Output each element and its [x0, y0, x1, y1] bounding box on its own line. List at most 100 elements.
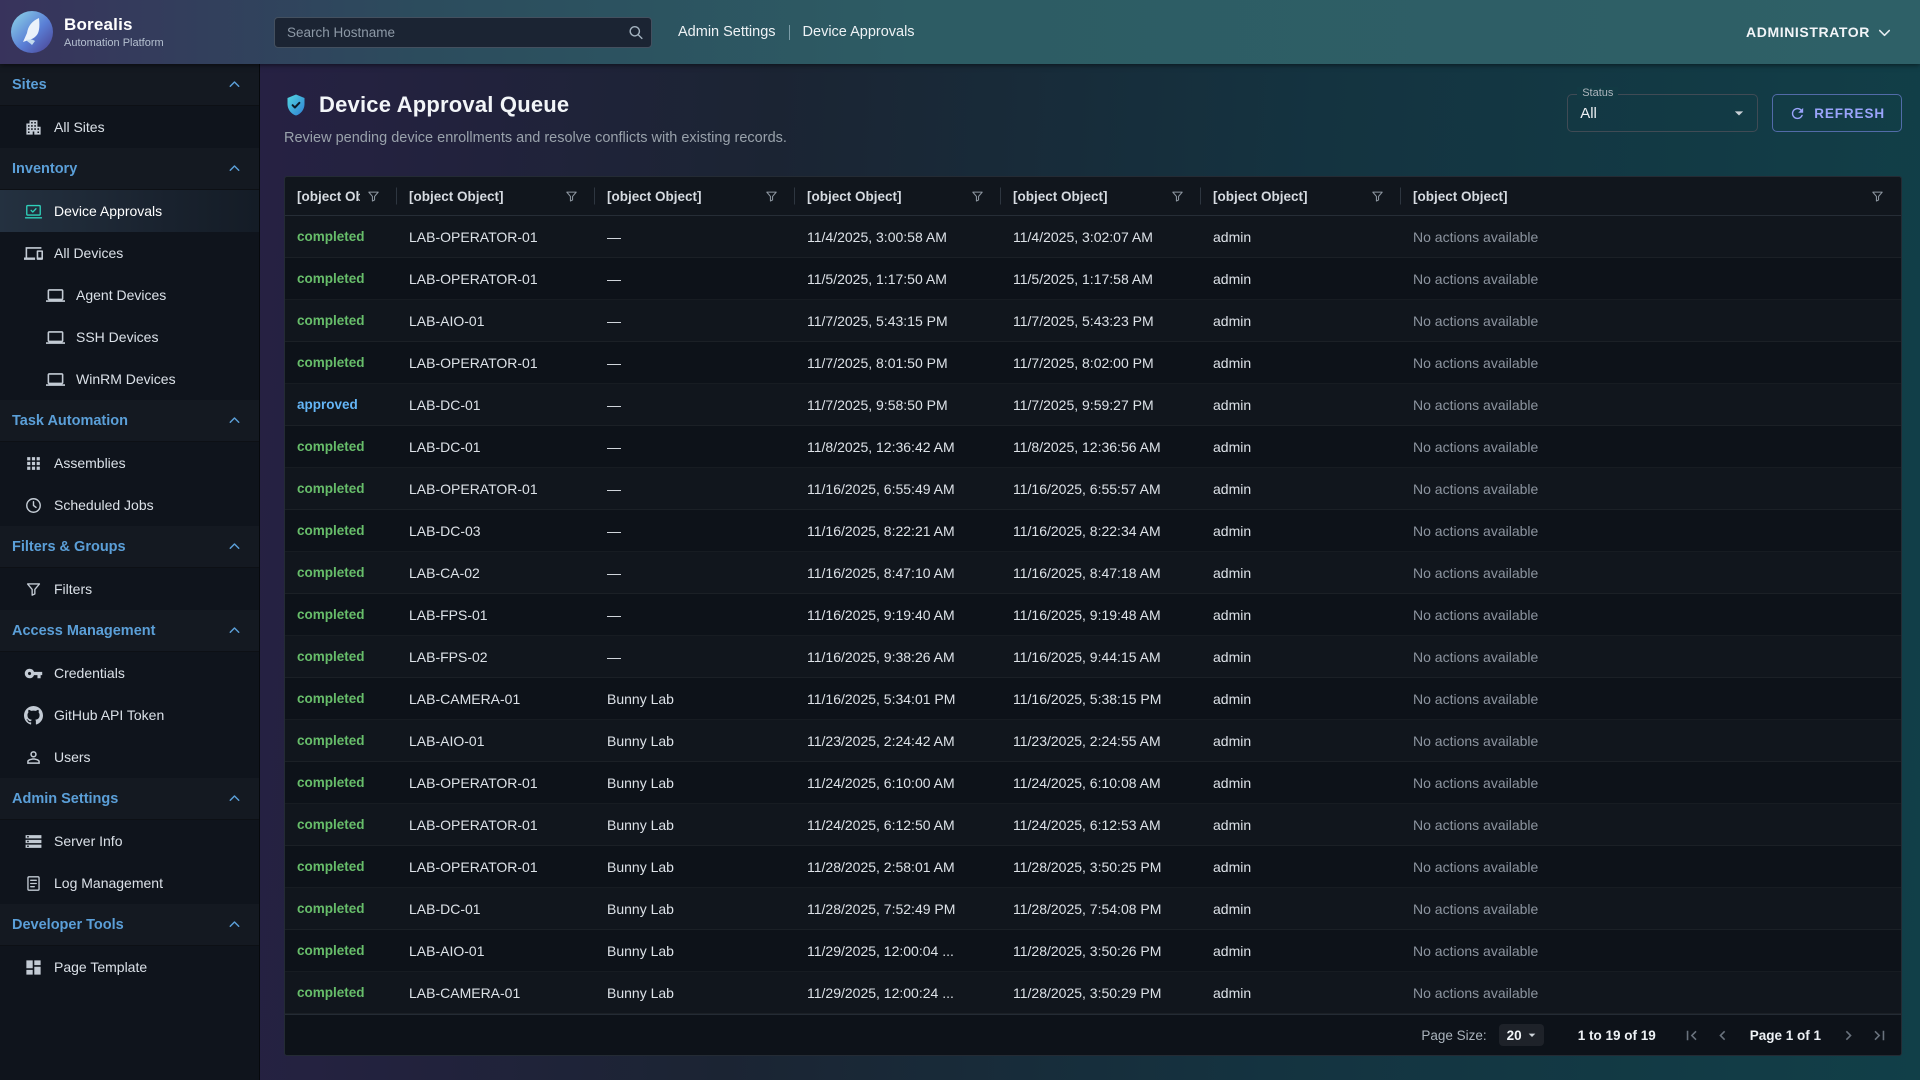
- table-row[interactable]: completed LAB-OPERATOR-01 Bunny Lab 11/2…: [285, 846, 1901, 888]
- sidebar-section-header[interactable]: Access Management: [0, 610, 259, 652]
- column-header-label: [object Object]: [1013, 189, 1108, 204]
- last-page-icon[interactable]: [1870, 1026, 1889, 1045]
- brand[interactable]: Borealis Automation Platform: [0, 10, 260, 54]
- sidebar-item[interactable]: Server Info: [0, 820, 259, 862]
- table-row[interactable]: completed LAB-AIO-01 Bunny Lab 11/23/202…: [285, 720, 1901, 762]
- sidebar-section-header[interactable]: Sites: [0, 64, 259, 106]
- sidebar-item[interactable]: Assemblies: [0, 442, 259, 484]
- table-row[interactable]: completed LAB-AIO-01 — 11/7/2025, 5:43:1…: [285, 300, 1901, 342]
- filter-icon[interactable]: [970, 189, 985, 204]
- status-cell: completed: [285, 649, 397, 664]
- hostname-cell: LAB-FPS-01: [397, 607, 595, 623]
- column-header[interactable]: [object Object]: [397, 177, 595, 215]
- column-header-label: [object Object]: [1213, 189, 1308, 204]
- actions-cell: No actions available: [1401, 817, 1901, 833]
- table-row[interactable]: completed LAB-FPS-01 — 11/16/2025, 9:19:…: [285, 594, 1901, 636]
- hostname-search: [274, 17, 652, 48]
- sidebar-item[interactable]: Log Management: [0, 862, 259, 904]
- sidebar-section-header[interactable]: Developer Tools: [0, 904, 259, 946]
- sidebar-item[interactable]: SSH Devices: [0, 316, 259, 358]
- table-row[interactable]: completed LAB-DC-01 — 11/8/2025, 12:36:4…: [285, 426, 1901, 468]
- filter-icon[interactable]: [764, 189, 779, 204]
- table-row[interactable]: completed LAB-OPERATOR-01 — 11/4/2025, 3…: [285, 216, 1901, 258]
- status-cell: completed: [285, 817, 397, 832]
- table-row[interactable]: completed LAB-CA-02 — 11/16/2025, 8:47:1…: [285, 552, 1901, 594]
- column-header[interactable]: [object Object]: [285, 177, 397, 215]
- site-cell: —: [595, 397, 795, 413]
- table-row[interactable]: completed LAB-DC-01 Bunny Lab 11/28/2025…: [285, 888, 1901, 930]
- page-size-label: Page Size:: [1421, 1028, 1486, 1043]
- sidebar-item[interactable]: Filters: [0, 568, 259, 610]
- sidebar-section-header[interactable]: Filters & Groups: [0, 526, 259, 568]
- sidebar-item[interactable]: All Sites: [0, 106, 259, 148]
- approved-by-cell: admin: [1201, 397, 1401, 413]
- table-row[interactable]: completed LAB-CAMERA-01 Bunny Lab 11/29/…: [285, 972, 1901, 1014]
- user-menu[interactable]: ADMINISTRATOR: [1746, 23, 1894, 42]
- approval-date-cell: 11/28/2025, 3:50:25 PM: [1001, 859, 1201, 875]
- status-cell: completed: [285, 355, 397, 370]
- sidebar-section-header[interactable]: Inventory: [0, 148, 259, 190]
- page-head: Device Approval Queue Review pending dev…: [284, 64, 1902, 146]
- table-row[interactable]: completed LAB-OPERATOR-01 — 11/16/2025, …: [285, 468, 1901, 510]
- site-cell: Bunny Lab: [595, 775, 795, 791]
- table-row[interactable]: completed LAB-OPERATOR-01 Bunny Lab 11/2…: [285, 804, 1901, 846]
- first-page-icon[interactable]: [1682, 1026, 1701, 1045]
- filter-icon[interactable]: [1370, 189, 1385, 204]
- sidebar-item[interactable]: Users: [0, 736, 259, 778]
- sidebar-section-header[interactable]: Admin Settings: [0, 778, 259, 820]
- sidebar-item[interactable]: WinRM Devices: [0, 358, 259, 400]
- table-row[interactable]: approved LAB-DC-01 — 11/7/2025, 9:58:50 …: [285, 384, 1901, 426]
- site-cell: Bunny Lab: [595, 691, 795, 707]
- filter-icon[interactable]: [1870, 189, 1885, 204]
- status-cell: completed: [285, 229, 397, 244]
- sidebar-item[interactable]: All Devices: [0, 232, 259, 274]
- column-header[interactable]: [object Object]: [1401, 177, 1901, 215]
- column-header[interactable]: [object Object]: [1001, 177, 1201, 215]
- search-input[interactable]: [274, 17, 652, 48]
- column-header[interactable]: [object Object]: [1201, 177, 1401, 215]
- sidebar-item[interactable]: Credentials: [0, 652, 259, 694]
- site-cell: Bunny Lab: [595, 943, 795, 959]
- filter-icon[interactable]: [564, 189, 579, 204]
- site-cell: —: [595, 481, 795, 497]
- column-header[interactable]: [object Object]: [595, 177, 795, 215]
- sidebar-item[interactable]: Page Template: [0, 946, 259, 988]
- hostname-cell: LAB-CAMERA-01: [397, 985, 595, 1001]
- enrollment-date-cell: 11/23/2025, 2:24:42 AM: [795, 733, 1001, 749]
- table-row[interactable]: completed LAB-CAMERA-01 Bunny Lab 11/16/…: [285, 678, 1901, 720]
- chevron-left-icon[interactable]: [1713, 1026, 1732, 1045]
- brand-subtitle: Automation Platform: [64, 37, 164, 49]
- table-row[interactable]: completed LAB-FPS-02 — 11/16/2025, 9:38:…: [285, 636, 1901, 678]
- sidebar-item[interactable]: Scheduled Jobs: [0, 484, 259, 526]
- page-indicator: Page 1 of 1: [1750, 1028, 1821, 1043]
- table-row[interactable]: completed LAB-OPERATOR-01 Bunny Lab 11/2…: [285, 762, 1901, 804]
- approved-by-cell: admin: [1201, 523, 1401, 539]
- filter-icon[interactable]: [1170, 189, 1185, 204]
- approval-date-cell: 11/16/2025, 6:55:57 AM: [1001, 481, 1201, 497]
- table-row[interactable]: completed LAB-OPERATOR-01 — 11/7/2025, 8…: [285, 342, 1901, 384]
- table-row[interactable]: completed LAB-AIO-01 Bunny Lab 11/29/202…: [285, 930, 1901, 972]
- chevron-right-icon[interactable]: [1839, 1026, 1858, 1045]
- page-size-select[interactable]: 20: [1499, 1024, 1544, 1046]
- sidebar-item[interactable]: GitHub API Token: [0, 694, 259, 736]
- sidebar-item-label: Filters: [54, 581, 92, 597]
- filter-icon[interactable]: [366, 189, 381, 204]
- sidebar-item-label: Device Approvals: [54, 203, 162, 219]
- approved-by-cell: admin: [1201, 733, 1401, 749]
- hostname-cell: LAB-AIO-01: [397, 943, 595, 959]
- sidebar-section-header[interactable]: Task Automation: [0, 400, 259, 442]
- sidebar-item[interactable]: Agent Devices: [0, 274, 259, 316]
- site-cell: —: [595, 313, 795, 329]
- status-filter-select[interactable]: Status All: [1567, 94, 1758, 132]
- site-cell: —: [595, 649, 795, 665]
- approval-date-cell: 11/7/2025, 5:43:23 PM: [1001, 313, 1201, 329]
- sidebar-section-items: Server Info Log Management: [0, 820, 259, 904]
- table-row[interactable]: completed LAB-OPERATOR-01 — 11/5/2025, 1…: [285, 258, 1901, 300]
- breadcrumb-link[interactable]: Admin Settings: [678, 24, 776, 40]
- column-header[interactable]: [object Object]: [795, 177, 1001, 215]
- breadcrumb-link[interactable]: Device Approvals: [803, 24, 915, 40]
- refresh-button[interactable]: REFRESH: [1772, 94, 1902, 132]
- sidebar-item[interactable]: Device Approvals: [0, 190, 259, 232]
- table-row[interactable]: completed LAB-DC-03 — 11/16/2025, 8:22:2…: [285, 510, 1901, 552]
- hostname-cell: LAB-DC-01: [397, 439, 595, 455]
